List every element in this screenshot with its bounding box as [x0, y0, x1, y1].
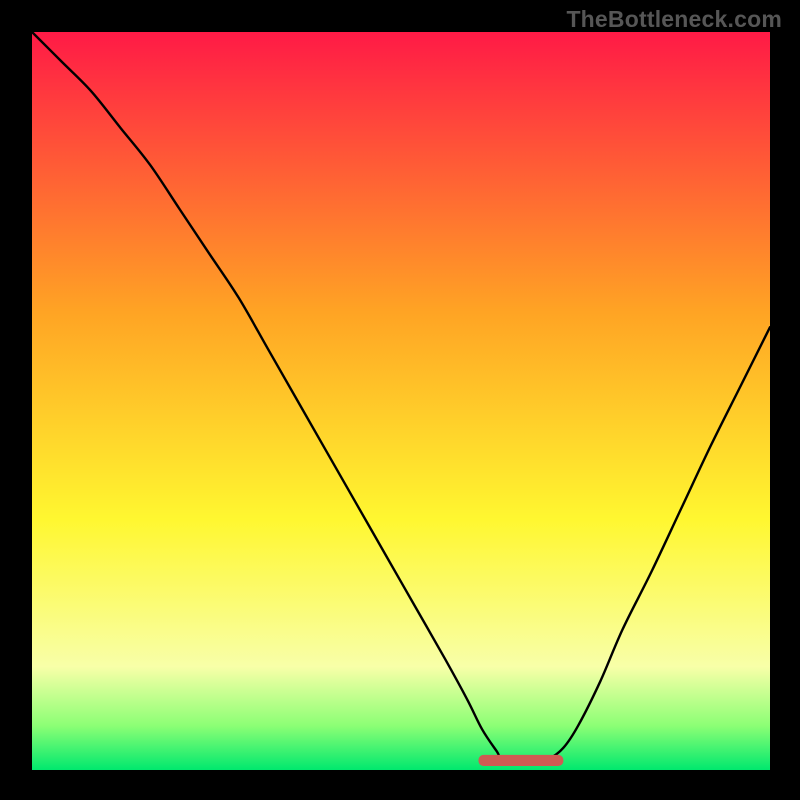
chart-stage: TheBottleneck.com — [0, 0, 800, 800]
trough-highlight — [478, 755, 563, 766]
watermark-text: TheBottleneck.com — [566, 6, 782, 33]
chart-svg — [0, 0, 800, 800]
plot-gradient-background — [32, 32, 770, 770]
